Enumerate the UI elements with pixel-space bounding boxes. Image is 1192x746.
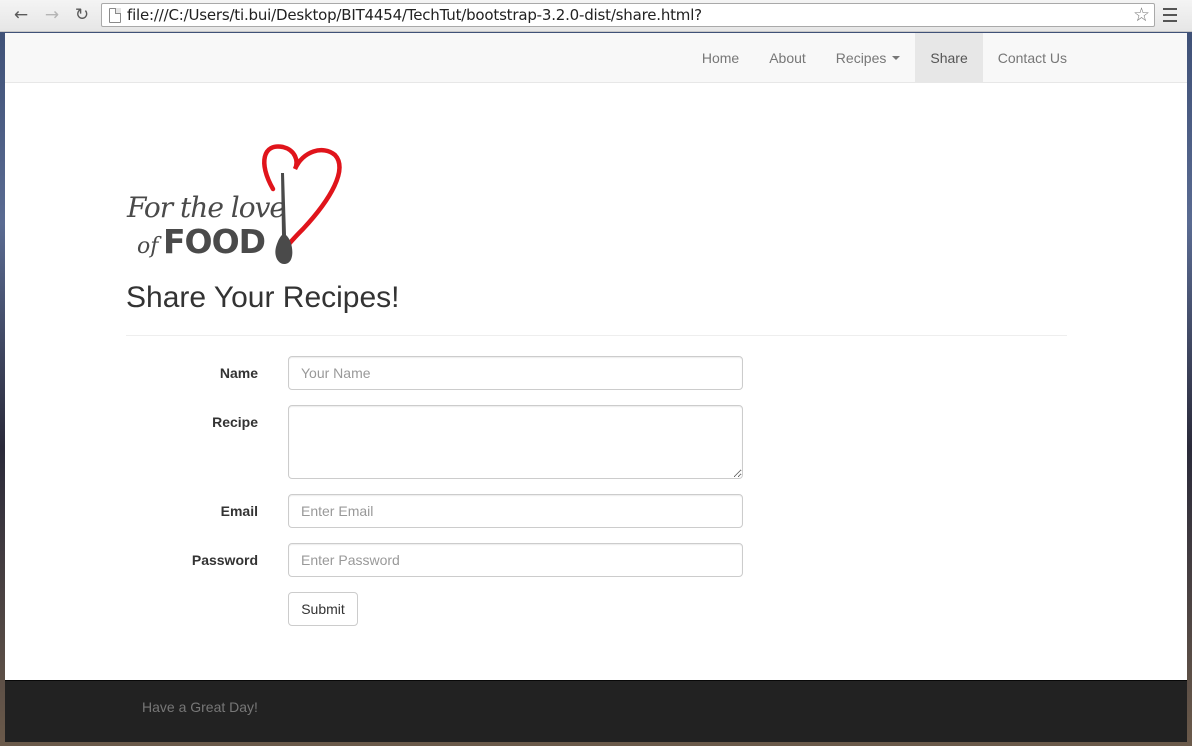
nav-item-label: About — [769, 50, 806, 66]
back-arrow-icon[interactable]: ← — [9, 4, 33, 26]
divider — [126, 335, 1067, 336]
recipe-textarea[interactable] — [288, 405, 743, 479]
submit-button[interactable]: Submit — [288, 592, 358, 626]
password-input[interactable]: Enter Password — [288, 543, 743, 577]
page-viewport: Home About Recipes Share Contact Us For … — [5, 33, 1187, 742]
reload-icon[interactable]: ↻ — [70, 4, 94, 26]
address-bar[interactable]: file:///C:/Users/ti.bui/Desktop/BIT4454/… — [101, 3, 1155, 27]
page-icon — [109, 7, 121, 23]
nav-item-recipes[interactable]: Recipes — [821, 33, 916, 83]
logo-graphic: For the love of FOOD — [126, 144, 342, 265]
recipe-label: Recipe — [212, 414, 258, 430]
nav-item-about[interactable]: About — [754, 33, 821, 83]
caret-down-icon — [892, 56, 901, 60]
email-placeholder: Enter Email — [301, 503, 374, 519]
navbar: Home About Recipes Share Contact Us — [5, 33, 1187, 83]
nav-item-share[interactable]: Share — [915, 33, 983, 83]
name-placeholder: Your Name — [301, 365, 371, 381]
password-placeholder: Enter Password — [301, 552, 400, 568]
page-title: Share Your Recipes! — [126, 281, 400, 314]
footer: Have a Great Day! — [5, 680, 1187, 742]
star-icon[interactable]: ☆ — [1133, 4, 1150, 26]
nav-menu: Home About Recipes Share Contact Us — [687, 33, 1082, 83]
nav-item-label: Contact Us — [997, 50, 1067, 66]
nav-item-label: Recipes — [835, 50, 887, 66]
forward-arrow-icon[interactable]: → — [40, 4, 64, 26]
browser-toolbar: ← → ↻ file:///C:/Users/ti.bui/Desktop/BI… — [0, 0, 1192, 32]
nav-item-contact-us[interactable]: Contact Us — [983, 33, 1082, 83]
email-input[interactable]: Enter Email — [288, 494, 743, 528]
logo-line1: For the love — [126, 191, 285, 224]
password-label: Password — [191, 552, 258, 568]
email-label: Email — [220, 503, 258, 519]
site-logo: For the love of FOOD — [123, 141, 348, 266]
footer-text: Have a Great Day! — [142, 699, 258, 715]
logo-line2-prefix: of — [137, 234, 162, 259]
url-text[interactable]: file:///C:/Users/ti.bui/Desktop/BIT4454/… — [127, 6, 1133, 24]
hamburger-menu-icon[interactable] — [1163, 8, 1177, 22]
nav-item-home[interactable]: Home — [687, 33, 754, 83]
logo-line2-main: FOOD — [163, 222, 265, 261]
name-label: Name — [219, 365, 258, 381]
nav-item-label: Home — [701, 50, 740, 66]
name-input[interactable]: Your Name — [288, 356, 743, 390]
nav-item-label: Share — [930, 50, 968, 66]
